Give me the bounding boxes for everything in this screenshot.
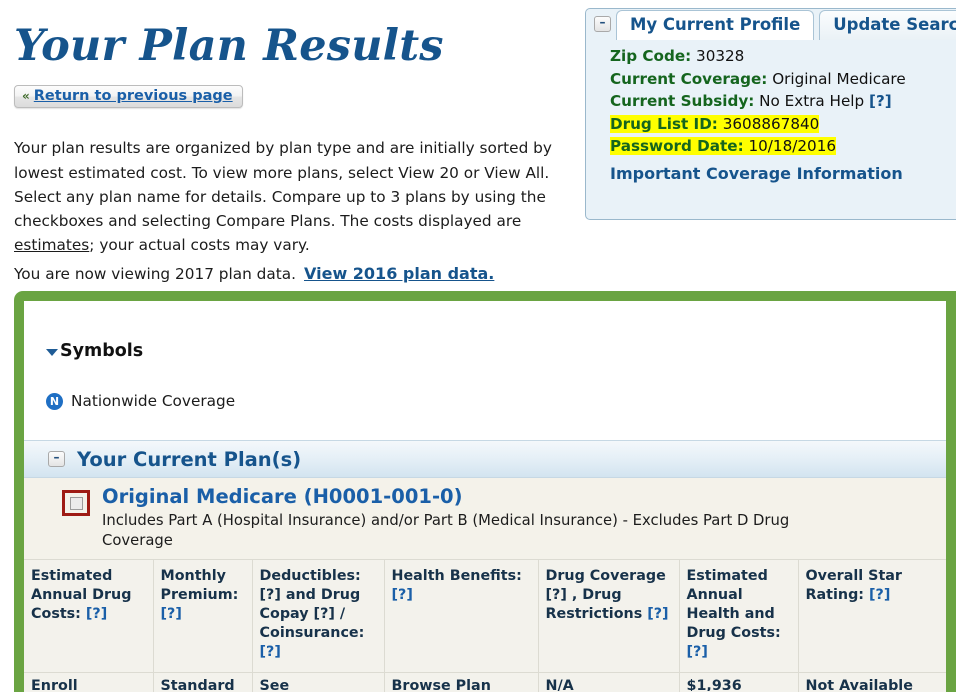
profile-label-password-date: Password Date:	[610, 137, 744, 155]
help-icon[interactable]: [?]	[647, 606, 668, 622]
cell-deductibles: See Personalized	[251, 672, 384, 692]
profile-value-zip: 30328	[696, 47, 745, 65]
symbol-legend-label: Nationwide Coverage	[71, 392, 236, 410]
view-2016-plan-data-link[interactable]: View 2016 plan data.	[304, 264, 494, 283]
profile-collapse-button[interactable]: –	[594, 16, 611, 32]
cell-estimated-annual-health-and-drug-costs: $1,936	[678, 672, 798, 692]
profile-row-password-date: Password Date: 10/18/2016	[610, 135, 956, 158]
plan-results-page: Your Plan Results « Return to previous p…	[0, 0, 956, 692]
col-monthly-premium[interactable]: Monthly Premium: [?]	[152, 559, 252, 673]
double-chevron-left-icon: «	[22, 89, 30, 103]
help-icon[interactable]: [?]	[869, 587, 890, 603]
profile-row-coverage: Current Coverage: Original Medicare	[610, 68, 956, 91]
symbols-toggle[interactable]: Symbols	[46, 341, 143, 361]
symbol-legend-item: N Nationwide Coverage	[46, 392, 946, 410]
cell-text: See Personalized	[259, 678, 290, 691]
profile-label-subsidy: Current Subsidy:	[610, 92, 755, 110]
tab-update-search[interactable]: Update Search	[819, 10, 956, 40]
col-head-text: Deductibles: [?] and Drug Copay [?] / Co…	[259, 568, 365, 641]
col-drug-coverage-restrictions[interactable]: Drug Coverage [?] , Drug Restrictions [?…	[537, 559, 679, 673]
cell-text: N/A	[545, 678, 574, 691]
profile-details: Zip Code: 30328 Current Coverage: Origin…	[586, 41, 956, 185]
current-plans-header-bar: – Your Current Plan(s)	[24, 440, 946, 478]
profile-value-subsidy: No Extra Help	[759, 92, 865, 110]
current-plans-collapse-button[interactable]: –	[48, 451, 65, 467]
col-head-text: Estimated Annual Health and Drug Costs:	[686, 568, 781, 641]
page-title: Your Plan Results	[14, 20, 444, 71]
minus-icon: –	[599, 15, 606, 29]
profile-label-drug-list-id: Drug List ID:	[610, 114, 718, 133]
viewing-year-text: You are now viewing 2017 plan data.	[14, 265, 296, 283]
col-head-text: Monthly Premium:	[160, 568, 239, 603]
symbols-heading: Symbols	[60, 341, 144, 361]
intro-text-part2: ; your actual costs may vary.	[89, 236, 310, 255]
col-health-benefits[interactable]: Health Benefits: [?]	[383, 559, 538, 673]
col-estimated-annual-health-and-drug-costs[interactable]: Estimated Annual Health and Drug Costs: …	[678, 559, 798, 673]
plan-name-link[interactable]: Original Medicare (H0001-001-0)	[102, 484, 802, 510]
viewing-year-line: You are now viewing 2017 plan data. View …	[14, 262, 494, 286]
profile-row-subsidy: Current Subsidy: No Extra Help [?]	[610, 90, 956, 113]
results-inner-panel: Symbols N Nationwide Coverage – Your Cur…	[24, 301, 946, 692]
cell-text: Browse Plan	[391, 678, 491, 691]
help-icon[interactable]: [?]	[161, 606, 182, 622]
cell-monthly-premium: Standard	[152, 672, 252, 692]
checkbox-box-icon	[69, 496, 83, 510]
col-deductibles-copay-coinsurance[interactable]: Deductibles: [?] and Drug Copay [?] / Co…	[251, 559, 384, 673]
col-overall-star-rating[interactable]: Overall Star Rating: [?]	[797, 559, 946, 673]
results-container: Symbols N Nationwide Coverage – Your Cur…	[14, 291, 956, 692]
profile-value-drug-list-id: 3608867840	[722, 114, 820, 133]
cell-overall-star-rating: Not Available	[797, 672, 946, 692]
return-to-previous-page-button[interactable]: « Return to previous page	[14, 85, 243, 108]
col-estimated-annual-drug-costs[interactable]: Estimated Annual Drug Costs: [?]	[24, 559, 153, 673]
profile-row-zip: Zip Code: 30328	[610, 45, 956, 68]
col-head-text: Estimated Annual Drug Costs:	[31, 568, 132, 622]
cell-text: $1,936	[686, 678, 742, 691]
profile-value-coverage: Original Medicare	[772, 69, 906, 88]
cell-health-benefits: Browse Plan	[383, 672, 538, 692]
help-icon[interactable]: [?]	[687, 644, 708, 660]
minus-icon: –	[53, 450, 60, 464]
current-plans-title: Your Current Plan(s)	[77, 447, 302, 471]
profile-label-zip: Zip Code:	[610, 47, 692, 65]
intro-paragraph: Your plan results are organized by plan …	[14, 136, 568, 257]
nationwide-coverage-icon: N	[46, 392, 63, 410]
cell-text: Standard	[160, 678, 235, 691]
plan-details-table: Estimated Annual Drug Costs: [?] Monthly…	[24, 559, 946, 692]
my-current-profile-panel: – My Current Profile Update Search Zip C…	[585, 8, 956, 220]
return-button-label: Return to previous page	[33, 88, 233, 104]
profile-label-coverage: Current Coverage:	[610, 69, 768, 88]
plan-description: Includes Part A (Hospital Insurance) and…	[102, 512, 790, 549]
profile-tab-strip: – My Current Profile Update Search	[586, 9, 956, 41]
symbols-section: Symbols N Nationwide Coverage	[24, 301, 946, 410]
estimates-link[interactable]: estimates	[14, 236, 89, 254]
help-icon[interactable]: [?]	[86, 606, 107, 622]
plan-row-original-medicare: Original Medicare (H0001-001-0) Includes…	[24, 478, 946, 559]
intro-text-part1: Your plan results are organized by plan …	[14, 139, 552, 230]
table-row: Enroll Standard See Personalized Browse …	[24, 672, 946, 692]
profile-row-drug-list-id: Drug List ID: 3608867840	[610, 113, 956, 136]
cell-enroll[interactable]: Enroll	[24, 672, 153, 692]
help-icon[interactable]: [?]	[260, 644, 281, 660]
tab-my-current-profile[interactable]: My Current Profile	[616, 10, 815, 40]
triangle-down-icon	[46, 348, 58, 356]
cell-drug-coverage: N/A	[537, 672, 679, 692]
important-coverage-information-link[interactable]: Important Coverage Information	[610, 163, 903, 186]
table-header-row: Estimated Annual Drug Costs: [?] Monthly…	[24, 559, 946, 673]
cell-text: Not Available	[805, 678, 913, 691]
cell-text: Enroll	[31, 678, 78, 691]
plan-text-block: Original Medicare (H0001-001-0) Includes…	[102, 484, 802, 551]
col-head-text: Health Benefits:	[391, 568, 522, 584]
subsidy-help-icon[interactable]: [?]	[869, 92, 892, 110]
plan-compare-checkbox[interactable]	[62, 490, 90, 516]
help-icon[interactable]: [?]	[392, 587, 413, 603]
profile-value-password-date: 10/18/2016	[748, 137, 837, 155]
